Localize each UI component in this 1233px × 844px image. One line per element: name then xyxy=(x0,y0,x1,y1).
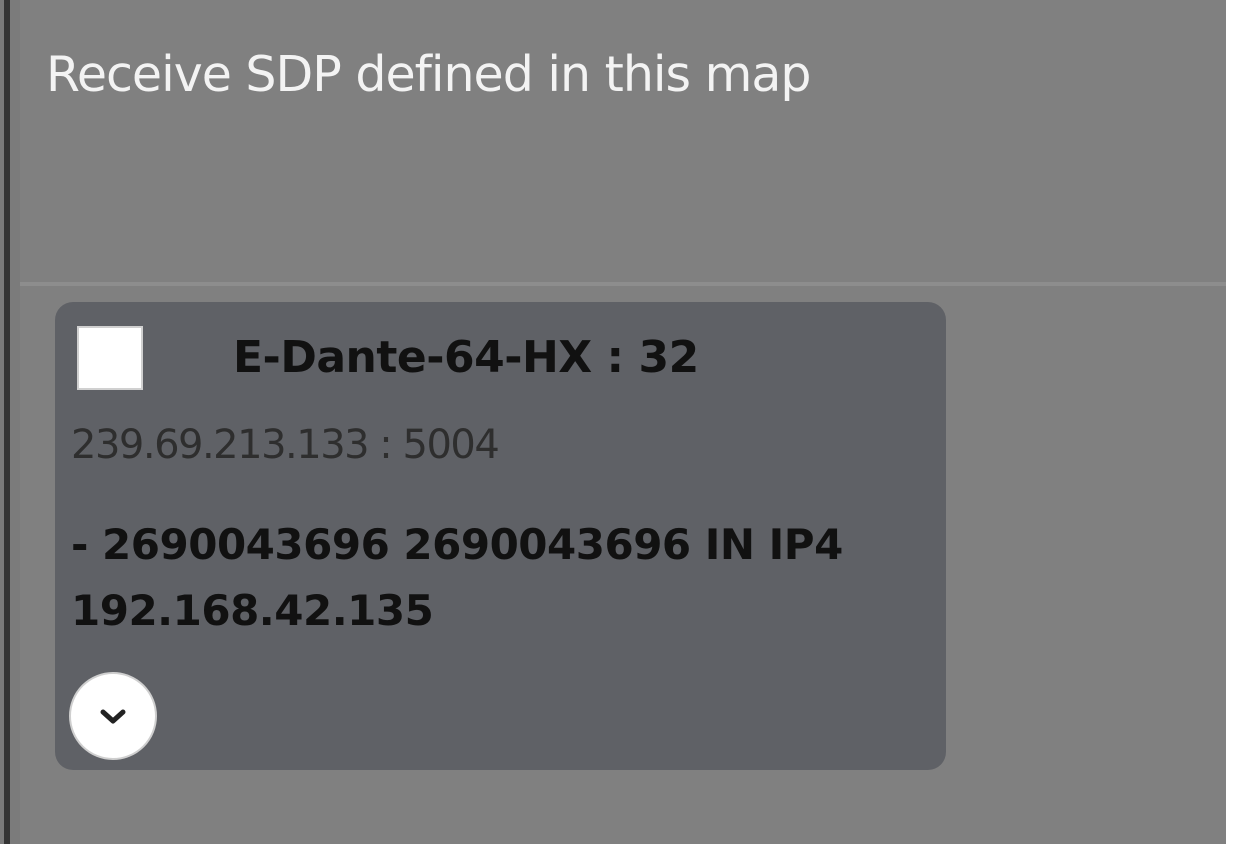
stream-list: E-Dante-64-HX : 32 239.69.213.133 : 5004… xyxy=(20,286,1226,844)
chevron-down-icon xyxy=(100,709,126,724)
stream-select-checkbox[interactable] xyxy=(77,326,143,390)
panel-header: Receive SDP defined in this map xyxy=(20,0,1226,282)
left-border xyxy=(0,0,20,844)
right-border xyxy=(1226,0,1233,844)
sdp-origin-line: - 2690043696 2690043696 IN IP4 192.168.4… xyxy=(71,520,843,635)
left-border-line xyxy=(4,0,10,844)
expand-button[interactable] xyxy=(69,672,157,760)
panel-title: Receive SDP defined in this map xyxy=(46,46,811,103)
sdp-receive-panel: Receive SDP defined in this map E-Dante-… xyxy=(0,0,1233,844)
stream-address: 239.69.213.133 : 5004 xyxy=(71,422,500,468)
stream-card[interactable]: E-Dante-64-HX : 32 239.69.213.133 : 5004… xyxy=(55,302,946,770)
stream-name: E-Dante-64-HX : 32 xyxy=(233,332,699,383)
